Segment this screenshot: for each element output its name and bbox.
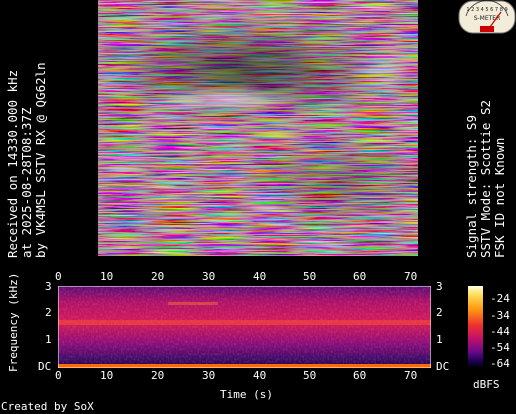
colorbar-tick: -24 <box>490 292 510 305</box>
spectrogram-band-1500 <box>58 320 431 325</box>
y-tick-left: 1 <box>45 333 52 346</box>
dbfs-colorbar <box>468 286 483 368</box>
colorbar-tick: -34 <box>490 309 510 322</box>
sstv-received-image <box>98 0 418 256</box>
x-tick-top: 50 <box>303 270 317 283</box>
x-tick-top: 60 <box>353 270 367 283</box>
reception-timestamp: at 2025-08-28T08:37Z <box>19 107 34 258</box>
x-tick-bottom: 50 <box>303 369 317 382</box>
s-meter-scale: 1 2 3 4 5 6 7 8 9 <box>466 7 507 13</box>
y-tick-left: 2 <box>45 306 52 319</box>
y-tick-left: 3 <box>45 280 52 293</box>
y-tick-right: 3 <box>436 280 443 293</box>
x-tick-top: 10 <box>100 270 114 283</box>
x-tick-bottom: 30 <box>202 369 216 382</box>
x-tick-top: 20 <box>151 270 165 283</box>
signal-strength: Signal strength: S9 <box>464 115 479 258</box>
colorbar-unit: dBFS <box>473 378 500 391</box>
x-tick-top: 30 <box>202 270 216 283</box>
x-tick-bottom: 20 <box>151 369 165 382</box>
spectrogram-band-2300 <box>168 302 218 305</box>
x-tick-bottom: 40 <box>253 369 267 382</box>
x-tick-bottom: 0 <box>55 369 62 382</box>
y-tick-left: DC <box>38 360 52 373</box>
x-tick-top: 40 <box>253 270 267 283</box>
colorbar-tick: -44 <box>490 325 510 338</box>
colorbar-tick: -64 <box>490 357 510 370</box>
x-tick-top: 70 <box>404 270 418 283</box>
y-tick-right: 2 <box>436 306 443 319</box>
x-tick-top: 0 <box>55 270 62 283</box>
credit-text: Created by SoX <box>1 400 94 413</box>
s-meter-icon: 1 2 3 4 5 6 7 8 9 S-METER <box>458 0 516 34</box>
spectrogram <box>58 286 431 368</box>
colorbar-tick: -54 <box>490 341 510 354</box>
sstv-mode: SSTV Mode: Scottie S2 <box>478 99 493 258</box>
reception-frequency: Received on 14330.000 kHz <box>5 69 20 258</box>
signal-info: Signal strength: S9 SSTV Mode: Scottie S… <box>464 99 507 258</box>
fsk-id: FSK ID not Known <box>492 137 507 258</box>
y-tick-right: DC <box>436 360 450 373</box>
frequency-axis-title: Frequency (kHz) <box>7 272 20 372</box>
time-axis-title: Time (s) <box>220 388 273 401</box>
y-tick-right: 1 <box>436 333 443 346</box>
reception-info: Received on 14330.000 kHz at 2025-08-28T… <box>5 62 48 258</box>
spectrogram-dc-line <box>58 364 431 368</box>
x-tick-bottom: 70 <box>404 369 418 382</box>
s-meter-hub <box>480 26 494 32</box>
x-tick-bottom: 10 <box>100 369 114 382</box>
x-tick-bottom: 60 <box>353 369 367 382</box>
reception-station: by VK4MSL SSTV RX @ QG62ln <box>33 62 48 258</box>
